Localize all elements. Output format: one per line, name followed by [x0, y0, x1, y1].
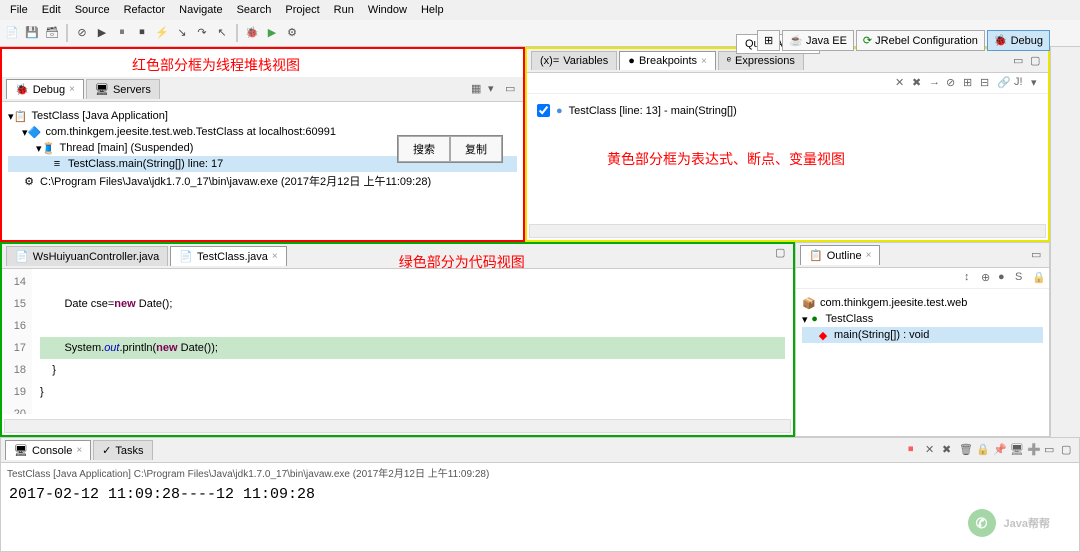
save-all-icon[interactable]: 🗃 — [44, 24, 60, 40]
menu-icon[interactable]: ▾ — [1031, 76, 1045, 90]
perspective-debug[interactable]: 🐞Debug — [987, 30, 1050, 51]
code-editor[interactable]: 14151617181920 Date cse=new Date(); Syst… — [2, 269, 793, 414]
outline-view: 📋 Outline × ▭ ↕ ⊕ ● S 🔒 📦com.thinkgem.je… — [795, 242, 1050, 437]
outline-pkg[interactable]: 📦com.thinkgem.jeesite.test.web — [802, 295, 1043, 311]
disconnect-icon[interactable]: ⚡ — [154, 24, 170, 40]
outline-method[interactable]: ◆main(String[]) : void — [802, 327, 1043, 343]
collapse-icon[interactable]: ⊟ — [980, 76, 994, 90]
tab-console[interactable]: 🖥 Console × — [5, 440, 91, 460]
menu-bar: File Edit Source Refactor Navigate Searc… — [0, 0, 1080, 20]
filter-icon[interactable]: ⊕ — [981, 271, 995, 285]
link-icon[interactable]: 🔗 — [997, 76, 1011, 90]
tab-tasks[interactable]: ✓ Tasks — [93, 440, 152, 460]
breakpoint-item[interactable]: ● TestClass [line: 13] - main(String[]) — [535, 102, 1040, 119]
display-selected-icon[interactable]: 🖥 — [1010, 443, 1024, 457]
remove-all-term-icon[interactable]: ✖ — [942, 443, 956, 457]
maximize-icon[interactable]: ▢ — [775, 246, 789, 260]
step-into-icon[interactable]: ↘ — [174, 24, 190, 40]
suspend-icon[interactable]: ⏸ — [114, 24, 130, 40]
copy-button[interactable]: 复制 — [450, 136, 502, 162]
scrollbar-h[interactable] — [4, 419, 791, 433]
menu-window[interactable]: Window — [362, 2, 413, 18]
resume-icon[interactable]: ▶ — [94, 24, 110, 40]
hide-static-icon[interactable]: S — [1015, 271, 1029, 285]
remove-launch-icon[interactable]: ✕ — [925, 443, 939, 457]
menu-file[interactable]: File — [4, 2, 34, 18]
context-popup: 搜索 复制 — [397, 135, 503, 163]
terminate-icon[interactable]: ⏹ — [908, 443, 922, 457]
skip-icon[interactable]: ⊘ — [946, 76, 960, 90]
scrollbar[interactable] — [529, 224, 1046, 238]
console-output[interactable]: 2017-02-12 11:09:28----12 11:09:28 — [1, 482, 1079, 507]
variables-view: (x)= Variables ● Breakpoints × ᵉ Express… — [525, 47, 1050, 242]
minimize-icon[interactable]: ▭ — [1013, 54, 1027, 68]
wechat-icon: ✆ — [968, 509, 996, 537]
annotation-yellow: 黄色部分框为表达式、断点、变量视图 — [607, 149, 845, 169]
goto-icon[interactable]: → — [929, 76, 943, 90]
perspective-open[interactable]: ⊞ — [757, 30, 780, 51]
line-gutter: 14151617181920 — [2, 269, 32, 414]
search-button[interactable]: 搜索 — [398, 136, 450, 162]
save-icon[interactable]: 💾 — [24, 24, 40, 40]
tree-process[interactable]: ⚙C:\Program Files\Java\jdk1.7.0_17\bin\j… — [8, 172, 517, 190]
menu-refactor[interactable]: Refactor — [118, 2, 172, 18]
skip-breakpoints-icon[interactable]: ⊘ — [74, 24, 90, 40]
add-java-icon[interactable]: J! — [1014, 76, 1028, 90]
minimize-icon[interactable]: ▭ — [505, 82, 519, 96]
minimize-icon[interactable]: ▭ — [1031, 248, 1045, 262]
debug-icon[interactable]: 🐞 — [244, 24, 260, 40]
tree-app[interactable]: ▾📋TestClass [Java Application] — [8, 108, 517, 124]
maximize-icon[interactable]: ▢ — [1030, 54, 1044, 68]
menu-run[interactable]: Run — [328, 2, 360, 18]
console-title: TestClass [Java Application] C:\Program … — [1, 463, 1079, 482]
layout-icon[interactable]: ▦ — [471, 82, 485, 96]
perspective-switcher: ⊞ ☕Java EE ⟳JRebel Configuration 🐞Debug — [757, 30, 1050, 51]
perspective-javaee[interactable]: ☕Java EE — [782, 30, 854, 51]
menu-navigate[interactable]: Navigate — [173, 2, 228, 18]
scroll-lock-icon[interactable]: 🔒 — [976, 443, 990, 457]
expand-icon[interactable]: ⊞ — [963, 76, 977, 90]
perspective-jrebel[interactable]: ⟳JRebel Configuration — [856, 30, 985, 51]
minimize-icon[interactable]: ▭ — [1044, 443, 1058, 457]
bp-checkbox[interactable] — [537, 104, 550, 117]
menu-help[interactable]: Help — [415, 2, 450, 18]
outline-toolbar: ↕ ⊕ ● S 🔒 — [796, 268, 1049, 289]
tab-breakpoints[interactable]: ● Breakpoints × — [619, 51, 716, 70]
menu-search[interactable]: Search — [231, 2, 278, 18]
hide-fields-icon[interactable]: ● — [998, 271, 1012, 285]
remove-all-icon[interactable]: ✖ — [912, 76, 926, 90]
menu-edit[interactable]: Edit — [36, 2, 67, 18]
annotation-green: 绿色部分为代码视图 — [399, 252, 525, 272]
hide-nonpublic-icon[interactable]: 🔒 — [1032, 271, 1046, 285]
editor-tab-1[interactable]: 📄 WsHuiyuanController.java — [6, 246, 168, 266]
editor-view: 📄 WsHuiyuanController.java 📄 TestClass.j… — [0, 242, 795, 437]
step-over-icon[interactable]: ↷ — [194, 24, 210, 40]
sort-icon[interactable]: ↕ — [964, 271, 978, 285]
menu-project[interactable]: Project — [279, 2, 325, 18]
breakpoints-toolbar: ✕ ✖ → ⊘ ⊞ ⊟ 🔗 J! ▾ — [527, 73, 1048, 94]
tab-servers[interactable]: 🖥 Servers — [86, 79, 160, 99]
tab-outline[interactable]: 📋 Outline × — [800, 245, 880, 265]
editor-tab-2[interactable]: 📄 TestClass.java × — [170, 246, 286, 266]
console-view: 🖥 Console × ✓ Tasks ⏹ ✕ ✖ 🗑 🔒 📌 🖥 ➕ ▭ ▢ … — [0, 437, 1080, 552]
remove-icon[interactable]: ✕ — [895, 76, 909, 90]
clear-icon[interactable]: 🗑 — [959, 443, 973, 457]
tab-debug[interactable]: 🐞 Debug × — [6, 79, 84, 99]
pin-icon[interactable]: 📌 — [993, 443, 1007, 457]
watermark: ✆ Java帮帮 — [968, 509, 1050, 537]
open-console-icon[interactable]: ➕ — [1027, 443, 1041, 457]
run-external-icon[interactable]: ⚙ — [284, 24, 300, 40]
debug-view: 红色部分框为线程堆栈视图 🐞 Debug × 🖥 Servers ▦ ▾ ▭ ▾… — [0, 47, 525, 242]
tab-variables[interactable]: (x)= Variables — [531, 51, 617, 70]
step-return-icon[interactable]: ↖ — [214, 24, 230, 40]
run-icon[interactable]: ▶ — [264, 24, 280, 40]
menu-icon[interactable]: ▾ — [488, 82, 502, 96]
outline-class[interactable]: ▾●TestClass — [802, 311, 1043, 327]
annotation-red: 红色部分框为线程堆栈视图 — [132, 55, 300, 75]
terminate-icon[interactable]: ⏹ — [134, 24, 150, 40]
menu-source[interactable]: Source — [69, 2, 116, 18]
new-icon[interactable]: 📄 — [4, 24, 20, 40]
maximize-icon[interactable]: ▢ — [1061, 443, 1075, 457]
